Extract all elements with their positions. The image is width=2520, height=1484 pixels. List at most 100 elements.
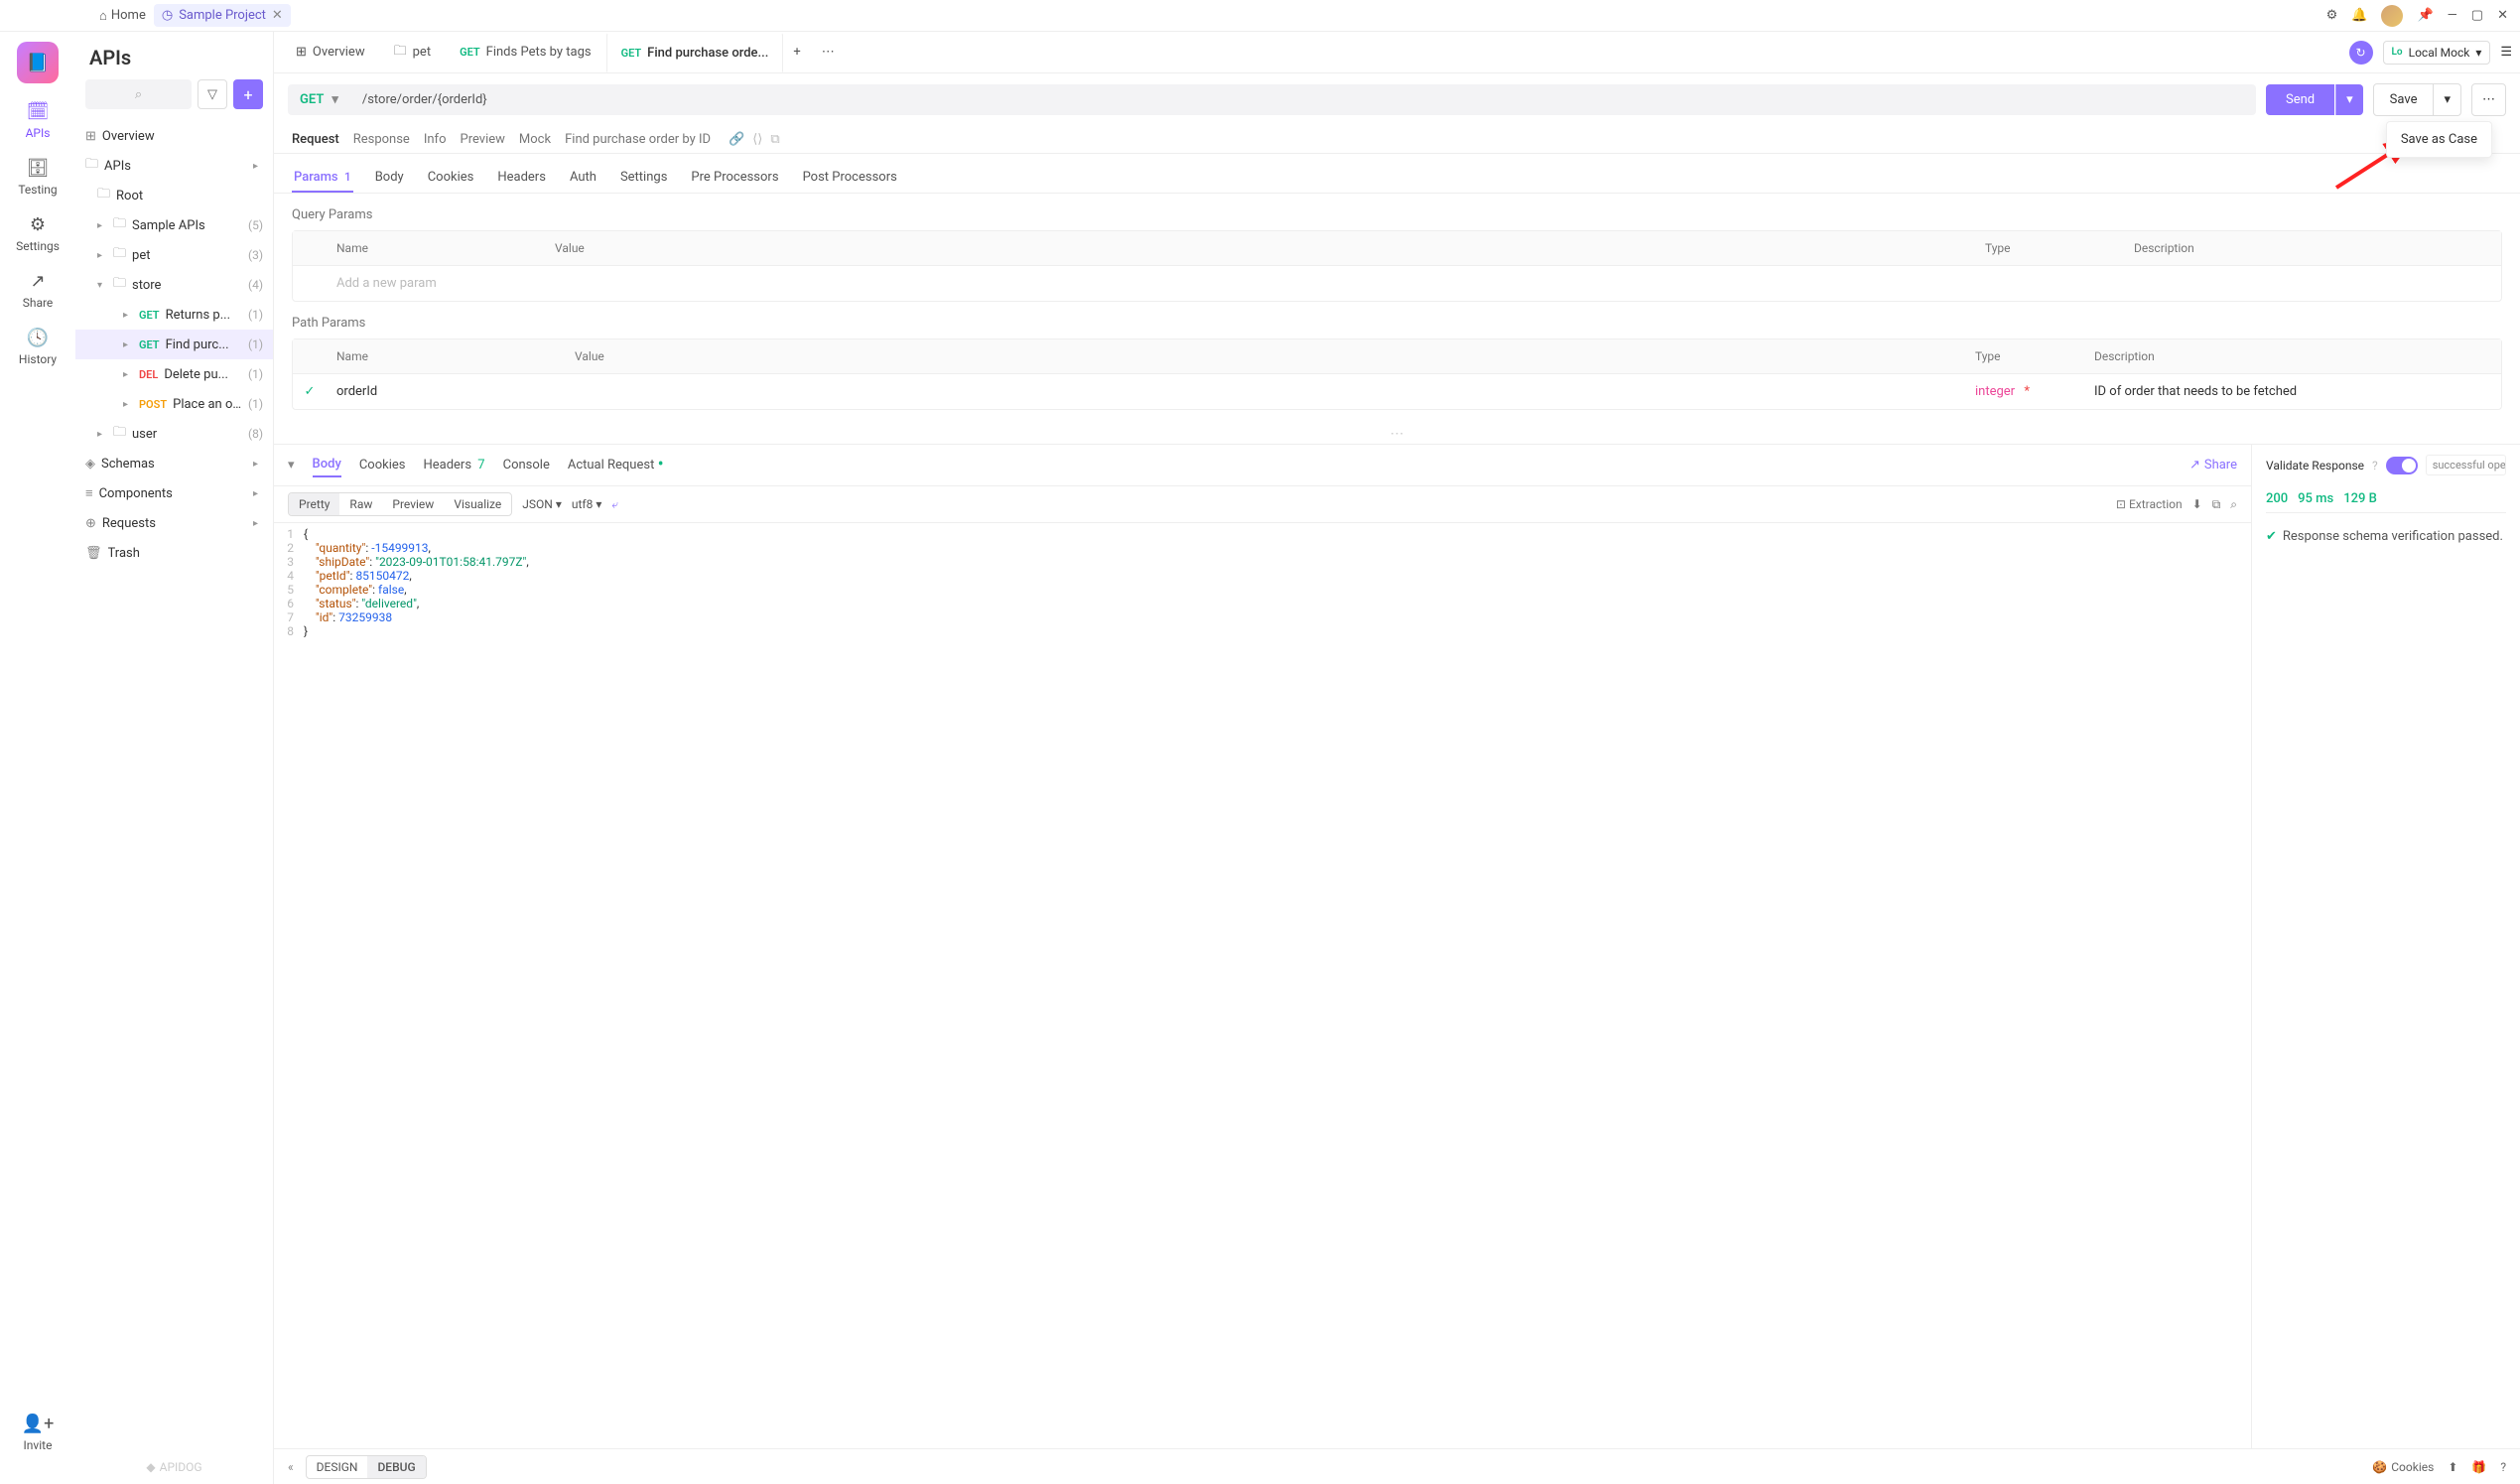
new-param-placeholder[interactable]: Add a new param [327, 266, 545, 301]
more-button[interactable]: ⋯ [2471, 83, 2506, 116]
tree-item-find-purchase[interactable]: ▸ GET Find purc... (1) [75, 330, 273, 359]
param-tab-settings[interactable]: Settings [618, 164, 669, 193]
save-button[interactable]: Save [2373, 83, 2435, 116]
rail-invite[interactable]: 👤+ Invite [22, 1414, 55, 1452]
path-param-row[interactable]: ✓ orderId integer * ID of order that nee… [293, 374, 2501, 409]
save-as-case-menu[interactable]: Save as Case [2386, 121, 2492, 158]
filter-button[interactable]: ▽ [198, 79, 227, 109]
upload-icon[interactable]: ⬆ [2448, 1460, 2457, 1474]
resp-tab-cookies[interactable]: Cookies [359, 454, 406, 476]
link-icon[interactable]: 🔗 [729, 132, 744, 147]
validate-toggle[interactable] [2386, 457, 2418, 474]
tree-apis-root[interactable]: 🗀 APIs ▸ [75, 151, 273, 181]
save-dropdown[interactable]: ▾ [2434, 83, 2461, 116]
check-icon[interactable]: ✓ [293, 374, 327, 409]
search-icon[interactable]: ⌕ [2230, 497, 2237, 512]
code-icon[interactable]: ⟨⟩ [752, 132, 762, 147]
wrap-icon[interactable]: ⤶ [611, 497, 618, 512]
add-button[interactable]: + [233, 79, 263, 109]
tree-store[interactable]: ▾ 🗀 store (4) [75, 270, 273, 300]
resp-tab-actual[interactable]: Actual Request • [568, 454, 664, 476]
drag-handle[interactable]: ⋯ [274, 424, 2520, 444]
close-icon[interactable]: ✕ [272, 8, 283, 23]
method-dropdown[interactable]: GET ▾ [288, 84, 350, 115]
help-icon[interactable]: ? [2500, 1460, 2506, 1474]
tree-item-delete[interactable]: ▸ DEL Delete pu... (1) [75, 359, 273, 389]
bc-preview[interactable]: Preview [461, 132, 505, 147]
tab-overview[interactable]: ⊞ Overview [282, 32, 380, 72]
param-tab-params[interactable]: Params 1 [292, 164, 353, 193]
pin-icon[interactable]: 📌 [2417, 8, 2433, 23]
download-icon[interactable]: ⬇ [2192, 497, 2202, 512]
mode-visualize[interactable]: Visualize [444, 493, 511, 515]
tree-sample-apis[interactable]: ▸ 🗀 Sample APIs (5) [75, 210, 273, 240]
collapse-left-icon[interactable]: « [288, 1460, 294, 1474]
url-input[interactable]: /store/order/{orderId} [350, 84, 2256, 115]
minimize-icon[interactable]: — [2448, 8, 2457, 23]
resp-tab-body[interactable]: Body [313, 453, 341, 477]
sync-button[interactable]: ↻ [2349, 41, 2373, 65]
collapse-icon[interactable]: ▾ [288, 458, 295, 472]
avatar[interactable] [2381, 5, 2403, 27]
mode-design[interactable]: DESIGN [307, 1456, 368, 1478]
tree-trash[interactable]: 🗑 Trash [75, 538, 273, 568]
bc-response[interactable]: Response [353, 132, 410, 147]
mode-pretty[interactable]: Pretty [289, 493, 339, 515]
mode-preview[interactable]: Preview [382, 493, 444, 515]
gift-icon[interactable]: 🎁 [2471, 1460, 2486, 1474]
gear-icon[interactable]: ⚙ [2326, 8, 2338, 23]
home-link[interactable]: ⌂ Home [99, 8, 146, 24]
param-tab-post[interactable]: Post Processors [801, 164, 899, 193]
tree-pet[interactable]: ▸ 🗀 pet (3) [75, 240, 273, 270]
bc-mock[interactable]: Mock [519, 132, 551, 147]
tab-add[interactable]: + [783, 32, 811, 72]
param-tab-pre[interactable]: Pre Processors [689, 164, 780, 193]
param-tab-auth[interactable]: Auth [568, 164, 598, 193]
tab-pet[interactable]: 🗀 pet [380, 32, 446, 72]
app-logo[interactable]: 📘 [17, 42, 59, 83]
resp-tab-headers[interactable]: Headers 7 [423, 454, 484, 476]
rail-testing[interactable]: 🗄 Testing [18, 158, 57, 197]
tree-item-returns[interactable]: ▸ GET Returns p... (1) [75, 300, 273, 330]
help-icon[interactable]: ? [2372, 459, 2378, 472]
response-body-code[interactable]: 1{ 2 "quantity": -15499913, 3 "shipDate"… [274, 523, 2251, 1448]
share-button[interactable]: ↗ Share [2189, 458, 2237, 472]
project-tab[interactable]: ◷ Sample Project ✕ [154, 4, 291, 27]
format-dropdown[interactable]: JSON ▾ [522, 497, 562, 511]
param-value[interactable] [565, 374, 1965, 409]
env-dropdown[interactable]: Lo Local Mock ▾ [2383, 41, 2491, 65]
send-button[interactable]: Send [2266, 84, 2334, 115]
rail-history[interactable]: 🕓 History [19, 328, 57, 366]
rail-settings[interactable]: ⚙ Settings [16, 214, 60, 253]
search-input[interactable]: ⌕ [85, 79, 192, 109]
tab-more[interactable]: ⋯ [812, 32, 846, 72]
send-dropdown[interactable]: ▾ [2335, 84, 2363, 115]
encoding-dropdown[interactable]: utf8 ▾ [572, 497, 602, 511]
bell-icon[interactable]: 🔔 [2351, 8, 2367, 23]
tree-requests[interactable]: ⊕ Requests ▸ [75, 508, 273, 538]
param-name[interactable]: orderId [327, 374, 565, 409]
tree-overview[interactable]: ⊞ Overview [75, 121, 273, 151]
maximize-icon[interactable]: ▢ [2471, 8, 2483, 23]
tree-user[interactable]: ▸ 🗀 user (8) [75, 419, 273, 449]
bc-info[interactable]: Info [424, 132, 447, 147]
menu-icon[interactable]: ☰ [2500, 45, 2512, 60]
tree-components[interactable]: ≡ Components ▸ [75, 478, 273, 508]
rail-apis[interactable]: 🗓 APIs [26, 101, 51, 140]
param-tab-body[interactable]: Body [373, 164, 406, 193]
mode-raw[interactable]: Raw [339, 493, 382, 515]
tab-find-purchase[interactable]: GET Find purchase orde... [606, 32, 784, 72]
close-window-icon[interactable]: ✕ [2497, 8, 2508, 23]
copy-icon[interactable]: ⧉ [770, 132, 779, 147]
tree-root[interactable]: 🗀 Root [75, 181, 273, 210]
query-param-row-new[interactable]: Add a new param [293, 266, 2501, 301]
copy-icon[interactable]: ⧉ [2212, 497, 2221, 512]
param-tab-headers[interactable]: Headers [495, 164, 548, 193]
resp-tab-console[interactable]: Console [503, 454, 550, 476]
tree-item-place-order[interactable]: ▸ POST Place an o... (1) [75, 389, 273, 419]
rail-share[interactable]: ↗ Share [23, 271, 54, 310]
tab-finds-pets[interactable]: GET Finds Pets by tags [446, 32, 606, 72]
bc-request[interactable]: Request [292, 132, 339, 147]
tree-schemas[interactable]: ◈ Schemas ▸ [75, 449, 273, 478]
param-tab-cookies[interactable]: Cookies [426, 164, 476, 193]
